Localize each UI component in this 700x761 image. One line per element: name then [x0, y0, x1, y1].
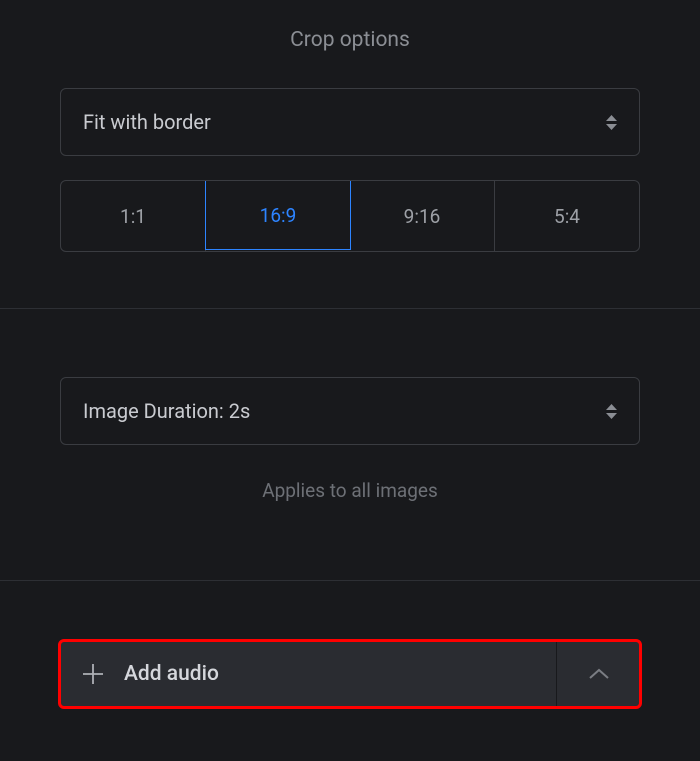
chevron-up-icon	[588, 668, 610, 680]
stepper-icon	[606, 115, 617, 130]
duration-hint: Applies to all images	[60, 479, 640, 502]
plus-icon	[82, 663, 104, 685]
image-duration-dropdown[interactable]: Image Duration: 2s	[60, 377, 640, 445]
crop-options-heading: Crop options	[60, 0, 640, 88]
stepper-icon	[606, 404, 617, 419]
ratio-1-1[interactable]: 1:1	[61, 181, 206, 251]
add-audio-bar: Add audio	[60, 641, 640, 707]
add-audio-button[interactable]: Add audio	[60, 641, 556, 707]
ratio-16-9[interactable]: 16:9	[205, 180, 351, 250]
ratio-5-4[interactable]: 5:4	[495, 181, 639, 251]
fit-mode-dropdown[interactable]: Fit with border	[60, 88, 640, 156]
add-audio-label: Add audio	[124, 662, 219, 686]
image-duration-label: Image Duration: 2s	[83, 399, 250, 423]
expand-audio-button[interactable]	[556, 641, 640, 707]
fit-mode-label: Fit with border	[83, 110, 211, 134]
ratio-9-16[interactable]: 9:16	[350, 181, 495, 251]
aspect-ratio-group: 1:1 16:9 9:16 5:4	[60, 180, 640, 252]
